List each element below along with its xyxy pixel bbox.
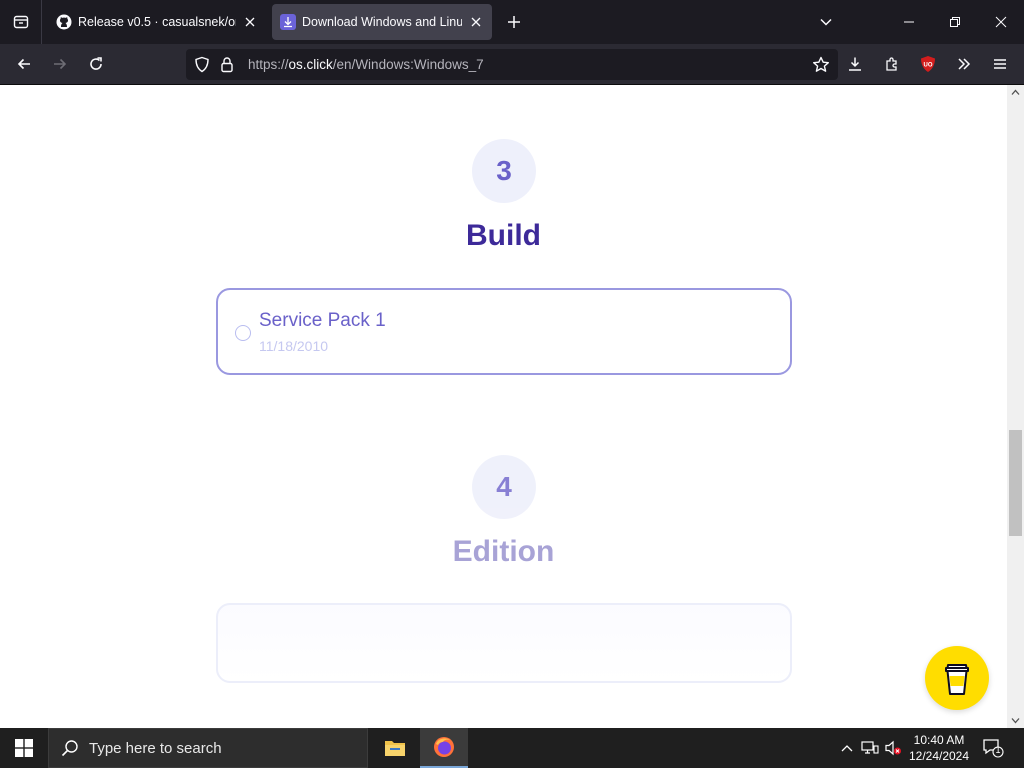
buy-me-a-coffee-button[interactable]	[925, 646, 989, 710]
puzzle-icon	[886, 57, 897, 71]
search-icon	[61, 740, 78, 757]
forward-button[interactable]	[45, 50, 75, 78]
page-content: 3 Build Service Pack 1 11/18/2010 4 Edit…	[0, 85, 1007, 728]
download-icon	[280, 14, 296, 30]
taskbar-clock[interactable]: 10:40 AM 12/24/2024	[904, 732, 974, 764]
close-window-button[interactable]	[978, 0, 1024, 44]
extensions-button[interactable]	[877, 50, 907, 78]
downloads-button[interactable]	[840, 50, 870, 78]
step-number-badge: 4	[472, 455, 536, 519]
firefox-view-button[interactable]	[0, 0, 42, 44]
tab-download-windows[interactable]: Download Windows and Linux	[272, 4, 492, 40]
vertical-scrollbar[interactable]	[1007, 85, 1024, 728]
firefox-view-icon	[13, 15, 28, 29]
bookmark-star-icon[interactable]	[812, 56, 830, 78]
restore-button[interactable]	[932, 0, 978, 44]
notification-count: 1	[995, 745, 1001, 755]
ublock-origin-button[interactable]: UO	[913, 50, 943, 78]
coffee-cup-icon	[945, 664, 969, 695]
taskbar-firefox[interactable]	[420, 728, 468, 768]
restore-icon	[950, 17, 960, 27]
taskbar-file-explorer[interactable]	[371, 728, 419, 768]
tab-strip: Release v0.5 · casualsnek/onthe Download…	[0, 0, 1024, 44]
more-tools-button[interactable]	[949, 50, 979, 78]
folder-icon	[385, 741, 405, 756]
tracking-protection-shield-icon[interactable]	[194, 56, 210, 78]
action-center-button[interactable]: 1	[980, 736, 1006, 760]
step-title-build: Build	[466, 219, 541, 252]
new-tab-button[interactable]	[502, 10, 526, 34]
url-host: os.click	[288, 57, 333, 72]
start-button[interactable]	[0, 728, 48, 768]
build-radio-button[interactable]	[235, 325, 251, 341]
download-arrow-icon	[849, 57, 861, 71]
url-text[interactable]: https://os.click/en/Windows:Windows_7	[248, 57, 484, 72]
windows-taskbar: Type here to search 10:40 AM 12/24/2024 …	[0, 728, 1024, 768]
step-title-edition: Edition	[452, 535, 555, 568]
url-path: /en/Windows:Windows_7	[332, 57, 484, 72]
url-scheme: https://	[248, 57, 289, 72]
clock-time: 10:40 AM	[913, 733, 965, 747]
back-button[interactable]	[9, 50, 39, 78]
url-bar[interactable]: https://os.click/en/Windows:Windows_7	[186, 49, 838, 80]
github-icon	[56, 14, 72, 30]
lock-icon[interactable]	[220, 56, 234, 78]
arrow-left-icon	[17, 58, 30, 70]
tab-title: Release v0.5 · casualsnek/onthe	[78, 15, 236, 29]
ublock-shield-icon: UO	[921, 56, 935, 72]
chevron-down-icon	[820, 18, 832, 26]
app-menu-button[interactable]	[985, 50, 1015, 78]
search-placeholder: Type here to search	[89, 739, 222, 757]
build-option-label: Service Pack 1	[259, 310, 386, 331]
firefox-icon	[434, 737, 454, 757]
clock-date: 12/24/2024	[908, 749, 970, 763]
edition-option-card[interactable]	[216, 603, 792, 683]
close-icon	[995, 16, 1007, 28]
close-tab-icon[interactable]	[242, 14, 258, 30]
minimize-icon	[904, 21, 914, 23]
list-all-tabs-button[interactable]	[814, 10, 838, 34]
arrow-right-icon	[54, 58, 67, 70]
scroll-down-arrow-icon[interactable]	[1011, 716, 1020, 725]
double-chevron-right-icon	[958, 58, 971, 70]
svg-text:UO: UO	[924, 63, 933, 69]
scroll-up-arrow-icon[interactable]	[1011, 88, 1020, 97]
close-tab-icon[interactable]	[468, 14, 484, 30]
step-number-badge: 3	[472, 139, 536, 203]
reload-icon	[90, 57, 102, 70]
tab-title: Download Windows and Linux	[302, 15, 462, 29]
build-option-date: 11/18/2010	[259, 338, 329, 354]
network-icon[interactable]	[861, 740, 879, 756]
taskbar-search-box[interactable]: Type here to search	[48, 728, 368, 768]
build-option-card[interactable]: Service Pack 1 11/18/2010	[216, 288, 792, 375]
show-hidden-icons-chevron-icon[interactable]	[838, 740, 856, 756]
plus-icon	[508, 16, 520, 28]
minimize-button[interactable]	[886, 0, 932, 44]
tab-release[interactable]: Release v0.5 · casualsnek/onthe	[48, 4, 266, 40]
volume-muted-icon[interactable]	[884, 740, 902, 756]
hamburger-menu-icon	[994, 59, 1006, 69]
reload-button[interactable]	[81, 50, 111, 78]
windows-logo-icon	[15, 739, 33, 757]
scrollbar-thumb[interactable]	[1009, 430, 1022, 536]
navigation-toolbar: https://os.click/en/Windows:Windows_7 UO	[0, 44, 1024, 85]
